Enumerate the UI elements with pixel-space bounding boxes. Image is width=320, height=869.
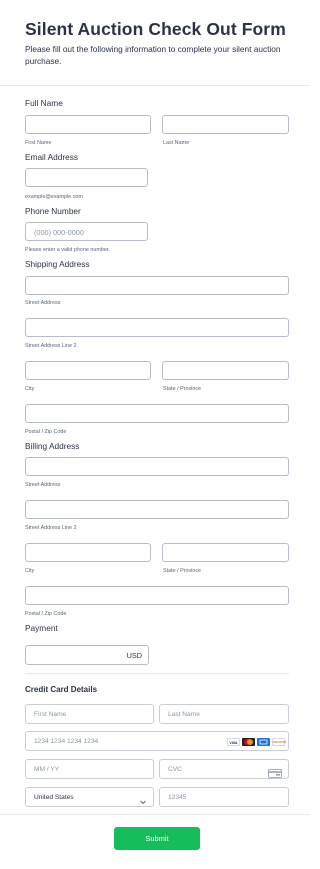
email-label: Email Address <box>25 152 79 162</box>
email-sublabel: example@example.com <box>25 194 83 200</box>
shipping-state-input[interactable] <box>162 361 289 380</box>
phone-label: Phone Number <box>25 206 81 216</box>
payment-divider <box>25 673 289 674</box>
billing-zip-sublabel: Postal / Zip Code <box>25 611 67 617</box>
shipping-zip-sublabel: Postal / Zip Code <box>25 429 67 435</box>
shipping-street-sublabel: Street Address <box>25 300 61 306</box>
full-name-label: Full Name <box>25 98 63 108</box>
payment-amount-input[interactable]: USD <box>25 645 149 665</box>
billing-street-input[interactable] <box>25 457 289 476</box>
footer-divider <box>0 814 310 815</box>
first-name-input[interactable] <box>25 115 151 134</box>
shipping-street2-sublabel: Street Address Line 2 <box>25 343 77 349</box>
cvc-card-icon <box>268 765 282 783</box>
billing-state-sublabel: State / Province <box>163 568 202 574</box>
billing-street-sublabel: Street Address <box>25 482 61 488</box>
billing-state-input[interactable] <box>162 543 289 562</box>
phone-sublabel: Please enter a valid phone number. <box>25 247 110 253</box>
payment-label: Payment <box>25 623 58 633</box>
cc-zip-placeholder: 12345 <box>168 794 187 801</box>
billing-city-sublabel: City <box>25 568 35 574</box>
card-number-input[interactable]: 1234 1234 1234 1234 VISA DISCOVER <box>25 731 289 751</box>
discover-icon: DISCOVER <box>272 738 287 746</box>
country-select[interactable]: United States <box>25 787 154 807</box>
shipping-address-label: Shipping Address <box>25 259 90 269</box>
last-name-sublabel: Last Name <box>163 140 190 146</box>
cc-last-name-input[interactable]: Last Name <box>159 704 289 724</box>
form-subtitle: Please fill out the following informatio… <box>25 44 281 66</box>
submit-button[interactable]: Submit <box>114 827 200 850</box>
phone-placeholder: (000) 000-0000 <box>34 228 84 237</box>
first-name-sublabel: First Name <box>25 140 52 146</box>
shipping-state-sublabel: State / Province <box>163 386 202 392</box>
header-divider <box>0 85 310 86</box>
cc-first-name-placeholder: First Name <box>34 711 67 718</box>
phone-input[interactable]: (000) 000-0000 <box>25 222 148 241</box>
shipping-city-input[interactable] <box>25 361 151 380</box>
cvc-placeholder: CVC <box>168 766 182 773</box>
country-select-value: United States <box>34 794 74 801</box>
cc-zip-input[interactable]: 12345 <box>159 787 289 807</box>
last-name-input[interactable] <box>162 115 289 134</box>
billing-street2-input[interactable] <box>25 500 289 519</box>
shipping-zip-input[interactable] <box>25 404 289 423</box>
cc-last-name-placeholder: Last Name <box>168 711 200 718</box>
amex-icon <box>257 738 270 746</box>
credit-card-heading: Credit Card Details <box>25 685 98 694</box>
cvc-input[interactable]: CVC <box>159 759 289 779</box>
chevron-down-icon <box>139 793 147 811</box>
billing-address-label: Billing Address <box>25 441 80 451</box>
mastercard-icon <box>242 738 255 746</box>
billing-street2-sublabel: Street Address Line 2 <box>25 525 77 531</box>
shipping-city-sublabel: City <box>25 386 35 392</box>
visa-icon: VISA <box>227 738 240 746</box>
shipping-street2-input[interactable] <box>25 318 289 337</box>
form-title: Silent Auction Check Out Form <box>25 19 286 39</box>
shipping-street-input[interactable] <box>25 276 289 295</box>
billing-zip-input[interactable] <box>25 586 289 605</box>
currency-label: USD <box>126 651 142 660</box>
email-field[interactable] <box>25 168 148 187</box>
billing-city-input[interactable] <box>25 543 151 562</box>
card-number-placeholder: 1234 1234 1234 1234 <box>34 738 99 745</box>
expiry-input[interactable]: MM / YY <box>25 759 154 779</box>
expiry-placeholder: MM / YY <box>34 766 60 773</box>
cc-first-name-input[interactable]: First Name <box>25 704 154 724</box>
